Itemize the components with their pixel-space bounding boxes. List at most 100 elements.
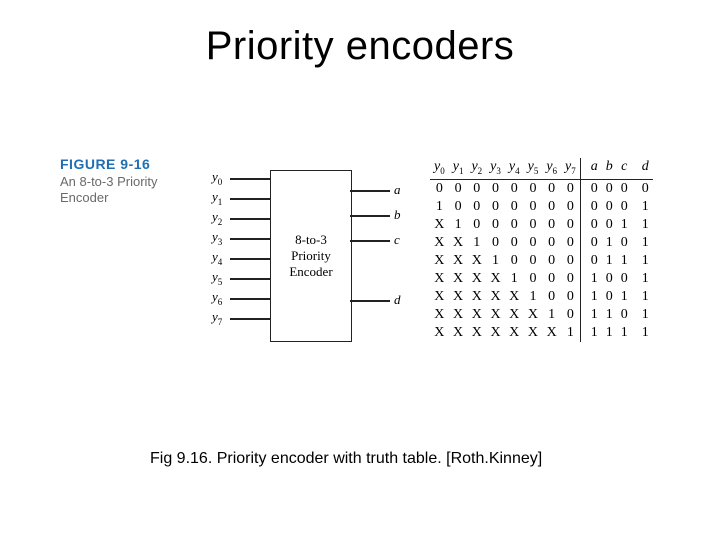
tt-cell: 0: [430, 179, 449, 198]
tt-cell: X: [467, 306, 486, 324]
tt-cell: 1: [617, 216, 632, 234]
tt-cell: X: [505, 306, 524, 324]
tt-cell: 0: [542, 288, 561, 306]
tt-cell: 1: [602, 306, 617, 324]
tt-cell: X: [486, 324, 505, 342]
tt-cell: 1: [617, 324, 632, 342]
input-label-y3: y3: [212, 229, 222, 247]
block-line1: 8-to-3: [295, 232, 327, 247]
tt-cell: 0: [617, 270, 632, 288]
tt-cell: X: [430, 234, 449, 252]
tt-cell: 0: [617, 179, 632, 198]
tt-head-y3: y3: [486, 158, 505, 179]
block-line2: Priority: [291, 248, 331, 263]
tt-row: X10000000011: [430, 216, 653, 234]
tt-cell: 1: [580, 324, 602, 342]
tt-cell: 0: [602, 179, 617, 198]
tt-cell: 0: [617, 306, 632, 324]
tt-cell: 0: [561, 216, 580, 234]
tt-row: 100000000001: [430, 198, 653, 216]
tt-cell: 0: [524, 270, 543, 288]
input-wire-y7: [230, 318, 270, 320]
tt-cell: 1: [632, 198, 653, 216]
figure-area: FIGURE 9-16 An 8-to-3 Priority Encoder 8…: [60, 150, 680, 410]
tt-cell: X: [449, 288, 468, 306]
tt-cell: 0: [467, 198, 486, 216]
tt-cell: 0: [580, 216, 602, 234]
tt-cell: 0: [561, 198, 580, 216]
tt-cell: X: [449, 270, 468, 288]
tt-cell: 1: [430, 198, 449, 216]
tt-cell: 1: [632, 324, 653, 342]
tt-cell: X: [430, 324, 449, 342]
schematic: 8-to-3 Priority Encoder y0y1y2y3y4y5y6y7…: [200, 160, 410, 350]
input-label-y7: y7: [212, 309, 222, 327]
output-wire-c: [350, 240, 390, 242]
input-wire-y5: [230, 278, 270, 280]
input-wire-y4: [230, 258, 270, 260]
tt-cell: 0: [561, 179, 580, 198]
tt-cell: X: [467, 252, 486, 270]
tt-head-d: d: [632, 158, 653, 179]
tt-row: XXX100000111: [430, 252, 653, 270]
tt-cell: 0: [542, 216, 561, 234]
tt-cell: 1: [580, 270, 602, 288]
tt-cell: 1: [632, 306, 653, 324]
slide-title: Priority encoders: [0, 24, 720, 69]
input-wire-y2: [230, 218, 270, 220]
tt-cell: 0: [617, 198, 632, 216]
tt-cell: 0: [524, 252, 543, 270]
figure-label: FIGURE 9-16 An 8-to-3 Priority Encoder: [60, 156, 180, 207]
tt-cell: 0: [467, 179, 486, 198]
tt-cell: 0: [580, 198, 602, 216]
tt-row: XXXX10001001: [430, 270, 653, 288]
tt-head-a: a: [580, 158, 602, 179]
tt-cell: 1: [632, 216, 653, 234]
tt-cell: 0: [580, 252, 602, 270]
tt-cell: 0: [505, 216, 524, 234]
output-wire-d: [350, 300, 390, 302]
tt-cell: 1: [632, 270, 653, 288]
tt-cell: X: [430, 288, 449, 306]
tt-cell: 0: [632, 179, 653, 198]
tt-cell: X: [449, 324, 468, 342]
tt-cell: 0: [617, 234, 632, 252]
tt-cell: X: [486, 270, 505, 288]
tt-cell: 1: [467, 234, 486, 252]
tt-cell: X: [467, 270, 486, 288]
truth-table: y0y1y2y3y4y5y6y7abcd 0000000000001000000…: [430, 158, 653, 342]
output-label-b: b: [394, 207, 401, 223]
tt-cell: 0: [505, 179, 524, 198]
tt-head-y1: y1: [449, 158, 468, 179]
tt-cell: 0: [486, 234, 505, 252]
encoder-block: 8-to-3 Priority Encoder: [270, 170, 352, 342]
tt-cell: 1: [602, 252, 617, 270]
input-label-y1: y1: [212, 189, 222, 207]
tt-cell: 0: [486, 179, 505, 198]
tt-cell: 1: [602, 234, 617, 252]
tt-cell: X: [430, 270, 449, 288]
tt-row: XXXXX1001011: [430, 288, 653, 306]
block-line3: Encoder: [289, 264, 332, 279]
tt-cell: 0: [561, 234, 580, 252]
input-wire-y3: [230, 238, 270, 240]
tt-cell: 0: [449, 179, 468, 198]
tt-cell: X: [467, 288, 486, 306]
tt-row: XXXXXX101101: [430, 306, 653, 324]
tt-cell: 0: [602, 216, 617, 234]
tt-cell: 0: [449, 198, 468, 216]
tt-head-y2: y2: [467, 158, 486, 179]
tt-cell: 0: [542, 270, 561, 288]
tt-cell: X: [467, 324, 486, 342]
tt-cell: 0: [580, 234, 602, 252]
tt-cell: 0: [542, 234, 561, 252]
tt-cell: X: [430, 252, 449, 270]
tt-cell: X: [524, 306, 543, 324]
input-label-y5: y5: [212, 269, 222, 287]
input-label-y6: y6: [212, 289, 222, 307]
tt-row: XXXXXXX11111: [430, 324, 653, 342]
tt-cell: 1: [632, 288, 653, 306]
tt-cell: 1: [580, 306, 602, 324]
tt-cell: 0: [542, 179, 561, 198]
tt-cell: 1: [542, 306, 561, 324]
